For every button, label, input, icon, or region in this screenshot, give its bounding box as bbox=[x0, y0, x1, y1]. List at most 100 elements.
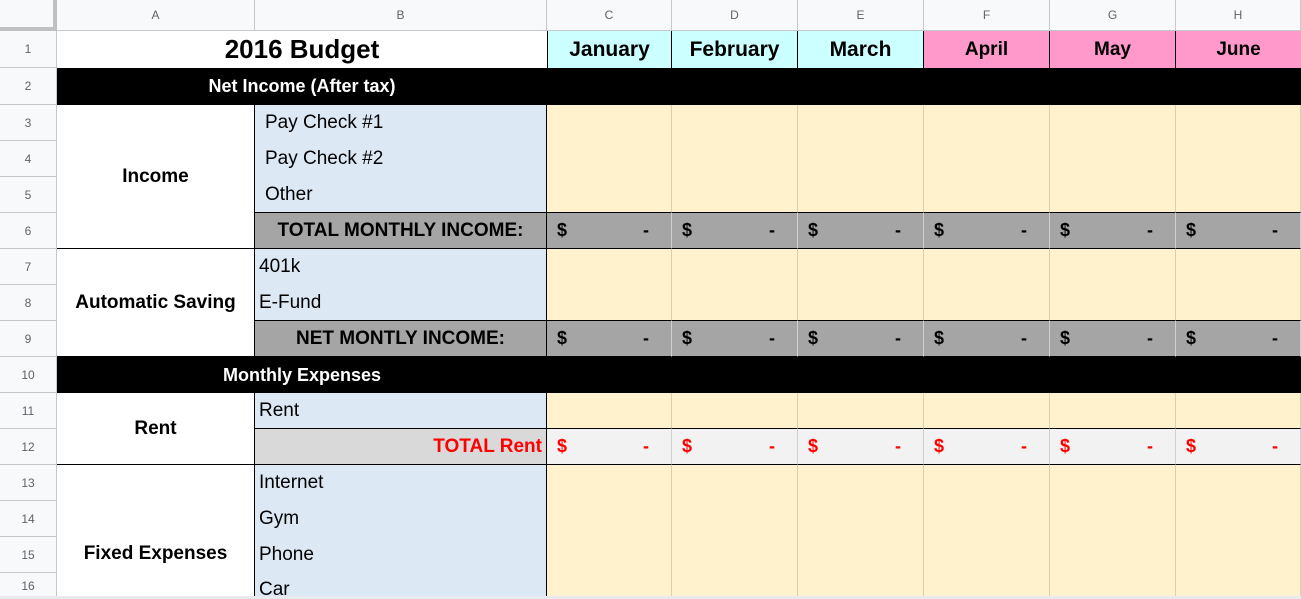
rent-input-april[interactable] bbox=[924, 393, 1050, 428]
fixed-input-april[interactable] bbox=[924, 465, 1050, 596]
row-header-4[interactable]: 4 bbox=[0, 141, 57, 177]
automatic-saving-group-label[interactable]: Automatic Saving bbox=[57, 249, 255, 357]
spreadsheet-grid: A B C D E F G H 1 2 3 4 5 6 7 8 9 10 11 … bbox=[0, 0, 1301, 599]
row-header-2[interactable]: 2 bbox=[0, 68, 57, 105]
column-header-b[interactable]: B bbox=[255, 0, 547, 31]
saving-input-june[interactable] bbox=[1176, 249, 1301, 320]
saving-input-may[interactable] bbox=[1050, 249, 1176, 320]
net-income-may[interactable]: $ - bbox=[1050, 320, 1176, 357]
saving-input-april[interactable] bbox=[924, 249, 1050, 320]
total-income-january[interactable]: $ - bbox=[547, 212, 672, 249]
income-input-may[interactable] bbox=[1050, 105, 1176, 212]
row-header-12[interactable]: 12 bbox=[0, 429, 57, 465]
fixed-item-internet[interactable]: Internet bbox=[255, 465, 547, 501]
net-income-february[interactable]: $ - bbox=[672, 320, 798, 357]
fixed-input-march[interactable] bbox=[798, 465, 924, 596]
fixed-input-june[interactable] bbox=[1176, 465, 1301, 596]
income-input-february[interactable] bbox=[672, 105, 798, 212]
rent-input-may[interactable] bbox=[1050, 393, 1176, 428]
row-header-11[interactable]: 11 bbox=[0, 393, 57, 429]
select-all-corner[interactable] bbox=[0, 0, 57, 31]
rent-input-january[interactable] bbox=[547, 393, 672, 428]
row-header-3[interactable]: 3 bbox=[0, 105, 57, 141]
column-header-h[interactable]: H bbox=[1176, 0, 1301, 31]
net-income-march[interactable]: $ - bbox=[798, 320, 924, 357]
amount-value: - bbox=[643, 436, 649, 456]
row-header-7[interactable]: 7 bbox=[0, 249, 57, 285]
month-header-february[interactable]: February bbox=[672, 31, 798, 68]
rent-group-label[interactable]: Rent bbox=[57, 393, 255, 465]
saving-item-efund[interactable]: E-Fund bbox=[255, 285, 547, 321]
month-header-april[interactable]: April bbox=[924, 31, 1050, 68]
row-header-5[interactable]: 5 bbox=[0, 177, 57, 213]
total-income-february[interactable]: $ - bbox=[672, 212, 798, 249]
total-monthly-income-label[interactable]: TOTAL MONTHLY INCOME: bbox=[255, 212, 547, 249]
net-income-april[interactable]: $ - bbox=[924, 320, 1050, 357]
net-income-january[interactable]: $ - bbox=[547, 320, 672, 357]
total-rent-april[interactable]: $ - bbox=[924, 428, 1050, 465]
net-monthly-income-label[interactable]: NET MONTLY INCOME: bbox=[255, 320, 547, 357]
income-input-march[interactable] bbox=[798, 105, 924, 212]
total-income-march[interactable]: $ - bbox=[798, 212, 924, 249]
saving-input-january[interactable] bbox=[547, 249, 672, 320]
saving-item-401k[interactable]: 401k bbox=[255, 249, 547, 285]
amount-value: - bbox=[895, 436, 901, 456]
row-header-6[interactable]: 6 bbox=[0, 213, 57, 249]
total-income-april[interactable]: $ - bbox=[924, 212, 1050, 249]
column-header-f[interactable]: F bbox=[924, 0, 1050, 31]
row-header-9[interactable]: 9 bbox=[0, 321, 57, 357]
total-rent-january[interactable]: $ - bbox=[547, 428, 672, 465]
amount-value: - bbox=[643, 220, 649, 240]
row-header-10[interactable]: 10 bbox=[0, 357, 57, 393]
total-rent-march[interactable]: $ - bbox=[798, 428, 924, 465]
fixed-item-car[interactable]: Car bbox=[255, 573, 547, 596]
fixed-expenses-group-label[interactable]: Fixed Expenses bbox=[57, 465, 255, 596]
amount-value: - bbox=[769, 328, 775, 348]
month-header-may[interactable]: May bbox=[1050, 31, 1176, 68]
saving-input-march[interactable] bbox=[798, 249, 924, 320]
income-item-paycheck-2[interactable]: Pay Check #2 bbox=[255, 141, 547, 177]
column-header-a[interactable]: A bbox=[57, 0, 255, 31]
column-header-c[interactable]: C bbox=[547, 0, 672, 31]
total-rent-june[interactable]: $ - bbox=[1176, 428, 1301, 465]
monthly-expenses-band[interactable]: Monthly Expenses bbox=[57, 357, 1301, 393]
income-input-april[interactable] bbox=[924, 105, 1050, 212]
rent-input-february[interactable] bbox=[672, 393, 798, 428]
income-item-paycheck-1[interactable]: Pay Check #1 bbox=[255, 105, 547, 141]
income-item-other[interactable]: Other bbox=[255, 177, 547, 213]
rent-input-march[interactable] bbox=[798, 393, 924, 428]
row-header-1[interactable]: 1 bbox=[0, 31, 57, 68]
total-rent-february[interactable]: $ - bbox=[672, 428, 798, 465]
column-header-e[interactable]: E bbox=[798, 0, 924, 31]
income-input-january[interactable] bbox=[547, 105, 672, 212]
income-input-june[interactable] bbox=[1176, 105, 1301, 212]
net-income-band[interactable]: Net Income (After tax) bbox=[57, 68, 1301, 105]
rent-item-rent[interactable]: Rent bbox=[255, 393, 547, 429]
column-header-d[interactable]: D bbox=[672, 0, 798, 31]
month-header-june[interactable]: June bbox=[1176, 31, 1301, 68]
fixed-input-may[interactable] bbox=[1050, 465, 1176, 596]
month-header-january[interactable]: January bbox=[547, 31, 672, 68]
total-income-june[interactable]: $ - bbox=[1176, 212, 1301, 249]
total-rent-label[interactable]: TOTAL Rent bbox=[255, 428, 547, 465]
income-group-label[interactable]: Income bbox=[57, 105, 255, 249]
fixed-item-gym[interactable]: Gym bbox=[255, 501, 547, 537]
row-header-8[interactable]: 8 bbox=[0, 285, 57, 321]
column-header-g[interactable]: G bbox=[1050, 0, 1176, 31]
saving-input-february[interactable] bbox=[672, 249, 798, 320]
row-header-15[interactable]: 15 bbox=[0, 537, 57, 573]
net-income-june[interactable]: $ - bbox=[1176, 320, 1301, 357]
total-rent-may[interactable]: $ - bbox=[1050, 428, 1176, 465]
total-income-may[interactable]: $ - bbox=[1050, 212, 1176, 249]
rent-input-june[interactable] bbox=[1176, 393, 1301, 428]
fixed-item-phone[interactable]: Phone bbox=[255, 537, 547, 573]
row-header-13[interactable]: 13 bbox=[0, 465, 57, 501]
currency-symbol: $ bbox=[1186, 220, 1197, 240]
budget-title[interactable]: 2016 Budget bbox=[57, 31, 547, 68]
amount-value: - bbox=[895, 220, 901, 240]
amount-value: - bbox=[1272, 328, 1278, 348]
month-header-march[interactable]: March bbox=[798, 31, 924, 68]
fixed-input-february[interactable] bbox=[672, 465, 798, 596]
row-header-14[interactable]: 14 bbox=[0, 501, 57, 537]
fixed-input-january[interactable] bbox=[547, 465, 672, 596]
